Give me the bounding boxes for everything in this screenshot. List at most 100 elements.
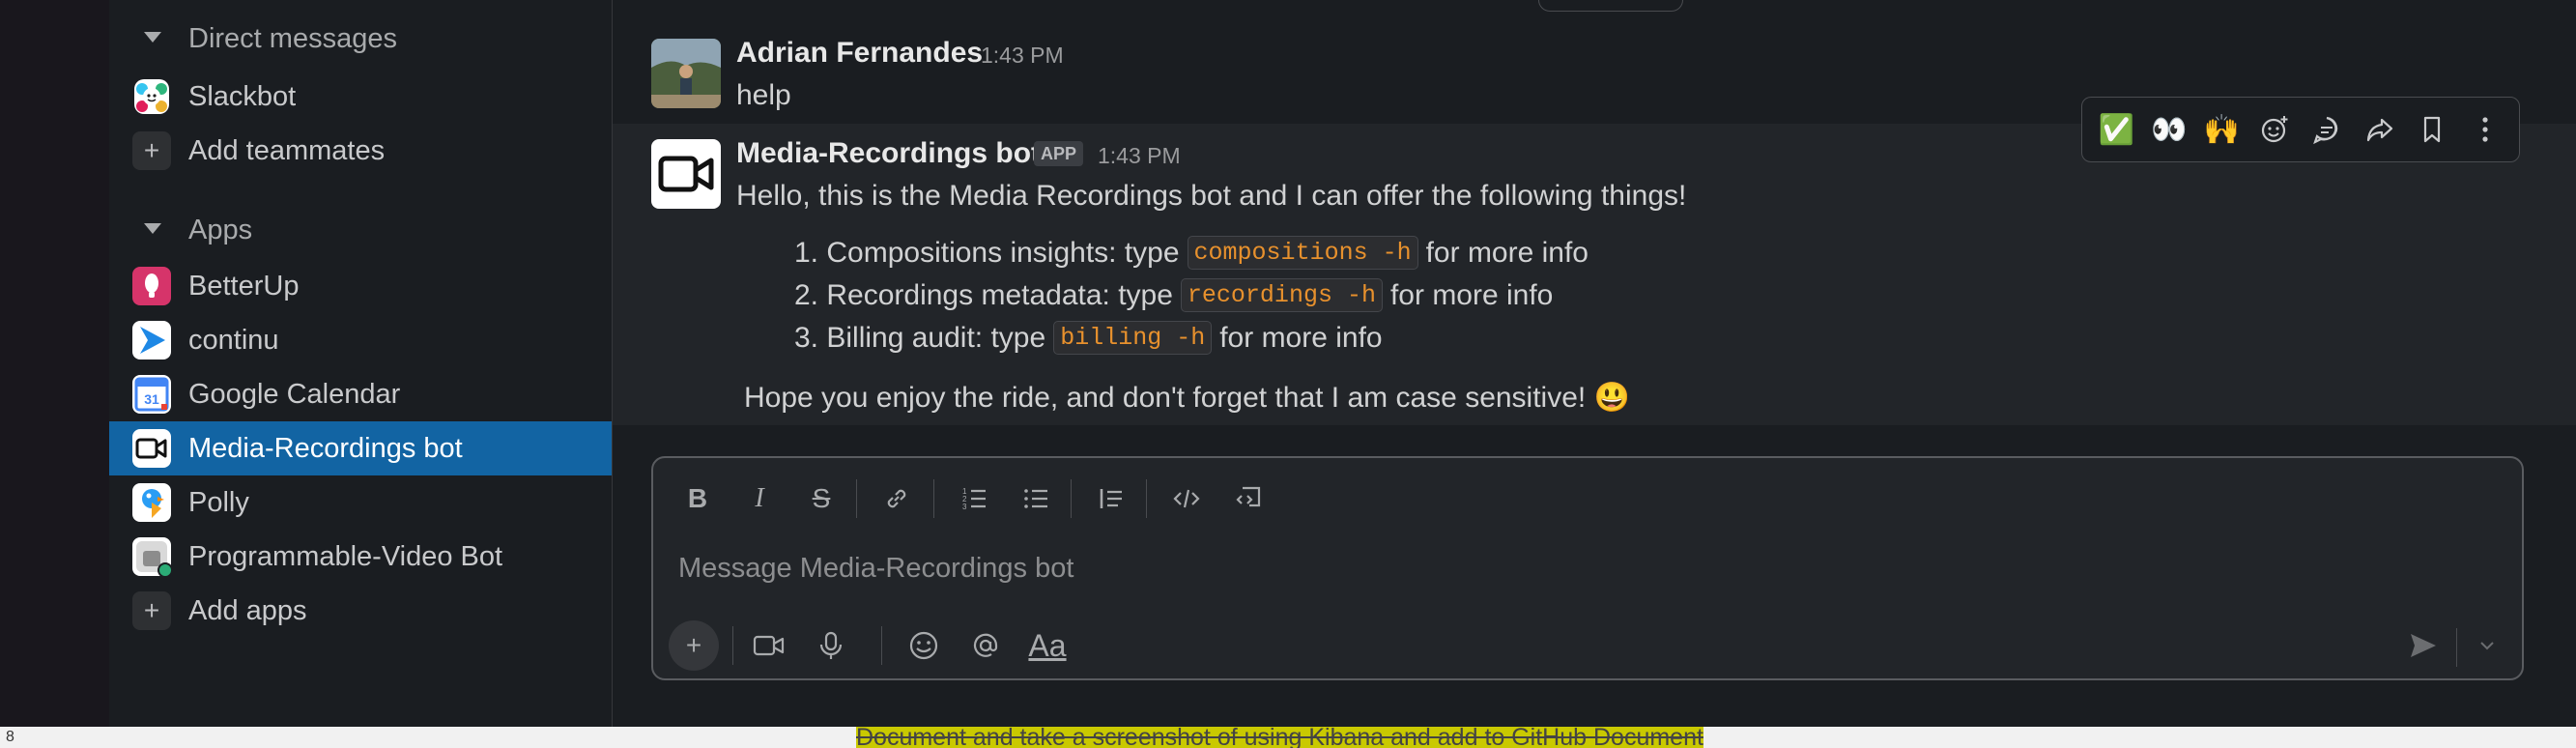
message-author[interactable]: Media-Recordings bot <box>736 137 1041 170</box>
add-teammates-label: Add teammates <box>188 134 386 166</box>
toolbar-divider <box>1071 479 1072 518</box>
toolbar-divider <box>732 626 733 665</box>
dm-section-header[interactable]: Direct messages <box>109 12 612 66</box>
app-badge: APP <box>1034 141 1084 166</box>
code-icon[interactable] <box>1161 474 1212 524</box>
message-actions-toolbar: ✅ 👀 🙌 <box>2081 97 2520 162</box>
caret-down-icon <box>144 223 161 234</box>
add-teammates-button[interactable]: + Add teammates <box>109 124 612 178</box>
send-icon[interactable] <box>2398 620 2448 671</box>
message-input[interactable]: Message Media-Recordings bot <box>678 553 1073 585</box>
blockquote-icon[interactable] <box>1086 474 1136 524</box>
bulleted-list-icon[interactable] <box>1011 474 1061 524</box>
list-text: for more info <box>1425 236 1589 269</box>
microphone-icon[interactable] <box>806 620 856 671</box>
add-apps-label: Add apps <box>188 594 307 626</box>
message-text: Hello, this is the Media Recordings bot … <box>736 180 1687 212</box>
video-clip-icon[interactable] <box>744 620 794 671</box>
list-text: for more info <box>1219 321 1383 354</box>
background-document-text: Document and take a screenshot of using … <box>856 727 1703 748</box>
sidebar-item-label: Polly <box>188 486 249 518</box>
chevron-down-icon[interactable] <box>2468 620 2506 671</box>
check-reaction-button[interactable]: ✅ <box>2093 113 2139 147</box>
message-composer: B I S 123 Message Media-Recordings bot +… <box>651 456 2524 680</box>
polly-icon <box>132 483 171 522</box>
mention-icon[interactable] <box>960 620 1011 671</box>
sidebar-item-betterup[interactable]: BetterUp <box>109 259 612 313</box>
list-number: 1. <box>794 236 819 269</box>
list-text: for more info <box>1389 278 1554 311</box>
video-camera-icon <box>132 429 171 468</box>
eyes-reaction-button[interactable]: 👀 <box>2146 113 2192 147</box>
share-icon[interactable] <box>2357 114 2403 145</box>
sidebar-item-label: Google Calendar <box>188 378 401 410</box>
plus-icon: + <box>132 131 171 170</box>
message-text: help <box>736 79 791 111</box>
message-outro: Hope you enjoy the ride, and don't forge… <box>744 381 1630 415</box>
code-block-icon[interactable] <box>1223 474 1274 524</box>
sidebar-item-programmable-video-bot[interactable]: Programmable-Video Bot <box>109 530 612 584</box>
background-window-strip: 8 Document and take a screenshot of usin… <box>0 727 2576 748</box>
strikethrough-icon[interactable]: S <box>796 474 846 524</box>
sidebar-item-polly[interactable]: Polly <box>109 475 612 530</box>
sidebar-item-label: Media-Recordings bot <box>188 432 463 464</box>
caret-down-icon <box>144 32 161 43</box>
outro-text: Hope you enjoy the ride, and don't forge… <box>744 382 1587 414</box>
list-text: Compositions insights: type <box>826 236 1180 269</box>
message-timestamp[interactable]: 1:43 PM <box>1098 143 1181 169</box>
message-author[interactable]: Adrian Fernandes <box>736 37 983 70</box>
dm-section-label: Direct messages <box>188 22 397 54</box>
list-item: 1. Compositions insights: type compositio… <box>794 236 1589 270</box>
inline-code: recordings -h <box>1180 278 1383 312</box>
message-timestamp[interactable]: 1:43 PM <box>981 43 1064 69</box>
ordered-list-icon[interactable]: 123 <box>949 474 999 524</box>
avatar[interactable] <box>651 39 721 108</box>
sidebar-item-slackbot[interactable]: Slackbot <box>109 70 612 124</box>
slackbot-icon <box>132 77 171 116</box>
google-calendar-icon: 31 <box>132 375 171 414</box>
text-formatting-icon[interactable]: Aa <box>1022 620 1073 671</box>
strip-char: 8 <box>6 729 14 745</box>
apps-section-header[interactable]: Apps <box>109 203 612 257</box>
list-text: Billing audit: type <box>826 321 1046 354</box>
toolbar-divider <box>881 626 882 665</box>
toolbar-divider <box>2456 628 2457 667</box>
calendar-day-text: 31 <box>144 391 159 407</box>
bold-icon[interactable]: B <box>673 474 723 524</box>
italic-icon[interactable]: I <box>734 474 785 524</box>
list-number: 3. <box>794 321 819 354</box>
raised-hands-reaction-button[interactable]: 🙌 <box>2198 113 2245 147</box>
more-actions-icon[interactable] <box>2462 114 2508 145</box>
continu-icon <box>132 321 171 360</box>
reply-in-thread-icon[interactable] <box>2304 114 2350 145</box>
sidebar-item-continu[interactable]: continu <box>109 313 612 367</box>
add-apps-button[interactable]: + Add apps <box>109 584 612 638</box>
smiley-emoji-icon: 😃 <box>1593 382 1630 414</box>
list-item: 3. Billing audit: type billing -h for more… <box>794 321 1383 355</box>
workspace-rail <box>0 0 110 727</box>
toolbar-divider <box>933 479 934 518</box>
attach-plus-icon[interactable]: + <box>669 620 719 671</box>
link-icon[interactable] <box>872 474 922 524</box>
svg-text:3: 3 <box>962 503 967 511</box>
add-reaction-icon[interactable] <box>2251 114 2298 145</box>
list-number: 2. <box>794 278 819 311</box>
bot-avatar[interactable] <box>651 139 721 209</box>
sidebar-item-media-recordings-bot[interactable]: Media-Recordings bot <box>109 421 612 475</box>
toolbar-divider <box>856 479 857 518</box>
sidebar-item-label: Programmable-Video Bot <box>188 540 503 572</box>
bot-avatar-icon <box>132 537 171 576</box>
inline-code: compositions -h <box>1187 236 1418 270</box>
betterup-icon <box>132 267 171 305</box>
apps-section-label: Apps <box>188 214 253 245</box>
sidebar-item-label: continu <box>188 324 279 356</box>
list-text: Recordings metadata: type <box>826 278 1173 311</box>
list-item: 2. Recordings metadata: type recordings -… <box>794 278 1553 312</box>
bookmark-icon[interactable] <box>2409 114 2455 145</box>
emoji-icon[interactable] <box>899 620 949 671</box>
new-messages-pill[interactable] <box>1538 0 1683 12</box>
sidebar-item-google-calendar[interactable]: 31 Google Calendar <box>109 367 612 421</box>
toolbar-divider <box>1146 479 1147 518</box>
inline-code: billing -h <box>1053 321 1213 355</box>
sidebar: Direct messages Slackbot + Add teammates… <box>109 0 613 727</box>
